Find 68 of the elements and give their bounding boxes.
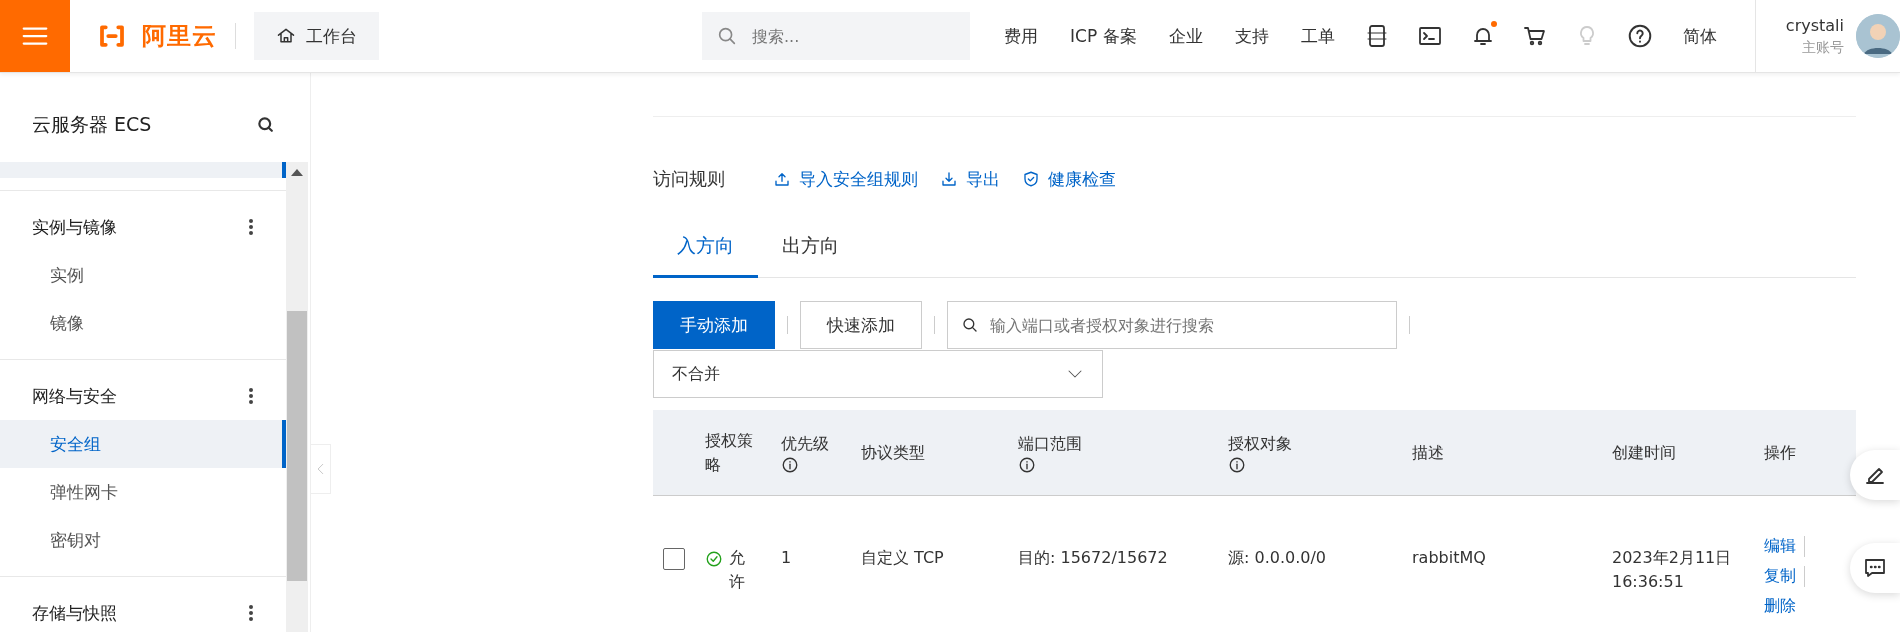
logo-text: 阿里云 <box>142 21 217 52</box>
rule-search-field[interactable]: 输入端口或者授权对象进行搜索 <box>947 301 1397 349</box>
terminal-icon <box>1416 24 1443 48</box>
more-icon[interactable] <box>248 387 254 405</box>
column-header: 创建时间 <box>1612 441 1676 464</box>
menu-item[interactable]: 安全组 <box>0 420 286 468</box>
workbench-button[interactable]: 工作台 <box>254 12 379 60</box>
column-header: 授权策略 <box>705 429 753 476</box>
chat-icon <box>1863 556 1887 580</box>
table-cell-text: 允许 <box>729 547 745 593</box>
scroll-up-icon[interactable] <box>291 168 303 176</box>
menu-group-title[interactable]: 网络与安全 <box>32 384 117 408</box>
add-rule-button[interactable]: 手动添加 <box>653 301 775 349</box>
menu-item[interactable]: 密钥对 <box>0 516 286 564</box>
row-action-link[interactable]: 复制 <box>1764 566 1805 587</box>
action-link[interactable]: 健康检查 <box>1022 167 1116 191</box>
more-icon[interactable] <box>248 218 254 236</box>
language-link[interactable]: 简体 <box>1666 24 1733 48</box>
sidebar-title: 云服务器 ECS <box>32 111 152 137</box>
column-header: 操作 <box>1764 441 1796 464</box>
edit-button[interactable] <box>1850 450 1900 500</box>
column-header: 描述 <box>1412 441 1444 464</box>
nav-link[interactable]: ICP 备案 <box>1054 24 1153 48</box>
table-cell-text: 2023年2月11日 16:36:51 <box>1612 547 1733 593</box>
account-type: 主账号 <box>1802 38 1844 57</box>
search-field[interactable]: 搜索... <box>702 12 970 60</box>
nav-link[interactable]: 费用 <box>988 24 1054 48</box>
nav-link[interactable]: 工单 <box>1284 24 1351 48</box>
avatar-icon[interactable] <box>1856 14 1900 58</box>
menu-item[interactable]: 弹性网卡 <box>0 468 286 516</box>
table-cell-text: 1 <box>781 547 793 569</box>
section-title: 访问规则 <box>653 167 725 191</box>
row-checkbox[interactable] <box>663 548 685 570</box>
nav-link[interactable]: 支持 <box>1218 24 1285 48</box>
upload-icon <box>773 170 791 188</box>
shield-check-icon <box>1022 170 1040 188</box>
row-action-link[interactable]: 删除 <box>1764 596 1804 617</box>
menu-group-title[interactable]: 存储与快照 <box>32 601 117 625</box>
help-icon <box>1626 23 1653 49</box>
menu-item[interactable]: 实例 <box>0 251 286 299</box>
menu-item[interactable]: 镜像 <box>0 299 286 347</box>
cart-icon <box>1522 24 1547 48</box>
column-header: 授权对象 <box>1228 432 1292 455</box>
row-action-link[interactable]: 编辑 <box>1764 536 1805 557</box>
check-circle-icon <box>705 550 723 568</box>
quick-add-button[interactable]: 快速添加 <box>800 301 922 349</box>
table-cell-text: rabbitMQ <box>1412 547 1487 569</box>
direction-tab[interactable]: 入方向 <box>653 221 758 278</box>
direction-tab[interactable]: 出方向 <box>758 221 863 278</box>
nav-link[interactable]: 企业 <box>1152 24 1219 48</box>
chat-button[interactable] <box>1850 543 1900 593</box>
action-link[interactable]: 导入安全组规则 <box>773 167 918 191</box>
scrollbar-thumb[interactable] <box>287 311 307 581</box>
download-icon <box>940 170 958 188</box>
search-icon <box>256 114 276 135</box>
column-header: 协议类型 <box>861 441 925 464</box>
column-header: 端口范围 <box>1018 432 1082 455</box>
table-cell-text: 源: 0.0.0.0/0 <box>1228 547 1328 569</box>
collapse-handle[interactable] <box>311 444 331 494</box>
more-icon[interactable] <box>248 604 254 622</box>
user-name[interactable]: crystali <box>1785 15 1844 35</box>
home-icon <box>276 26 296 46</box>
merge-dropdown[interactable]: 不合并 <box>653 350 1103 398</box>
table-cell-text: 自定义 TCP <box>861 547 945 569</box>
column-header: 优先级 <box>781 432 829 455</box>
table-cell-text: 目的: 15672/15672 <box>1018 547 1169 569</box>
menu-group-title[interactable]: 实例与镜像 <box>32 215 117 239</box>
action-link[interactable]: 导出 <box>940 167 1000 191</box>
